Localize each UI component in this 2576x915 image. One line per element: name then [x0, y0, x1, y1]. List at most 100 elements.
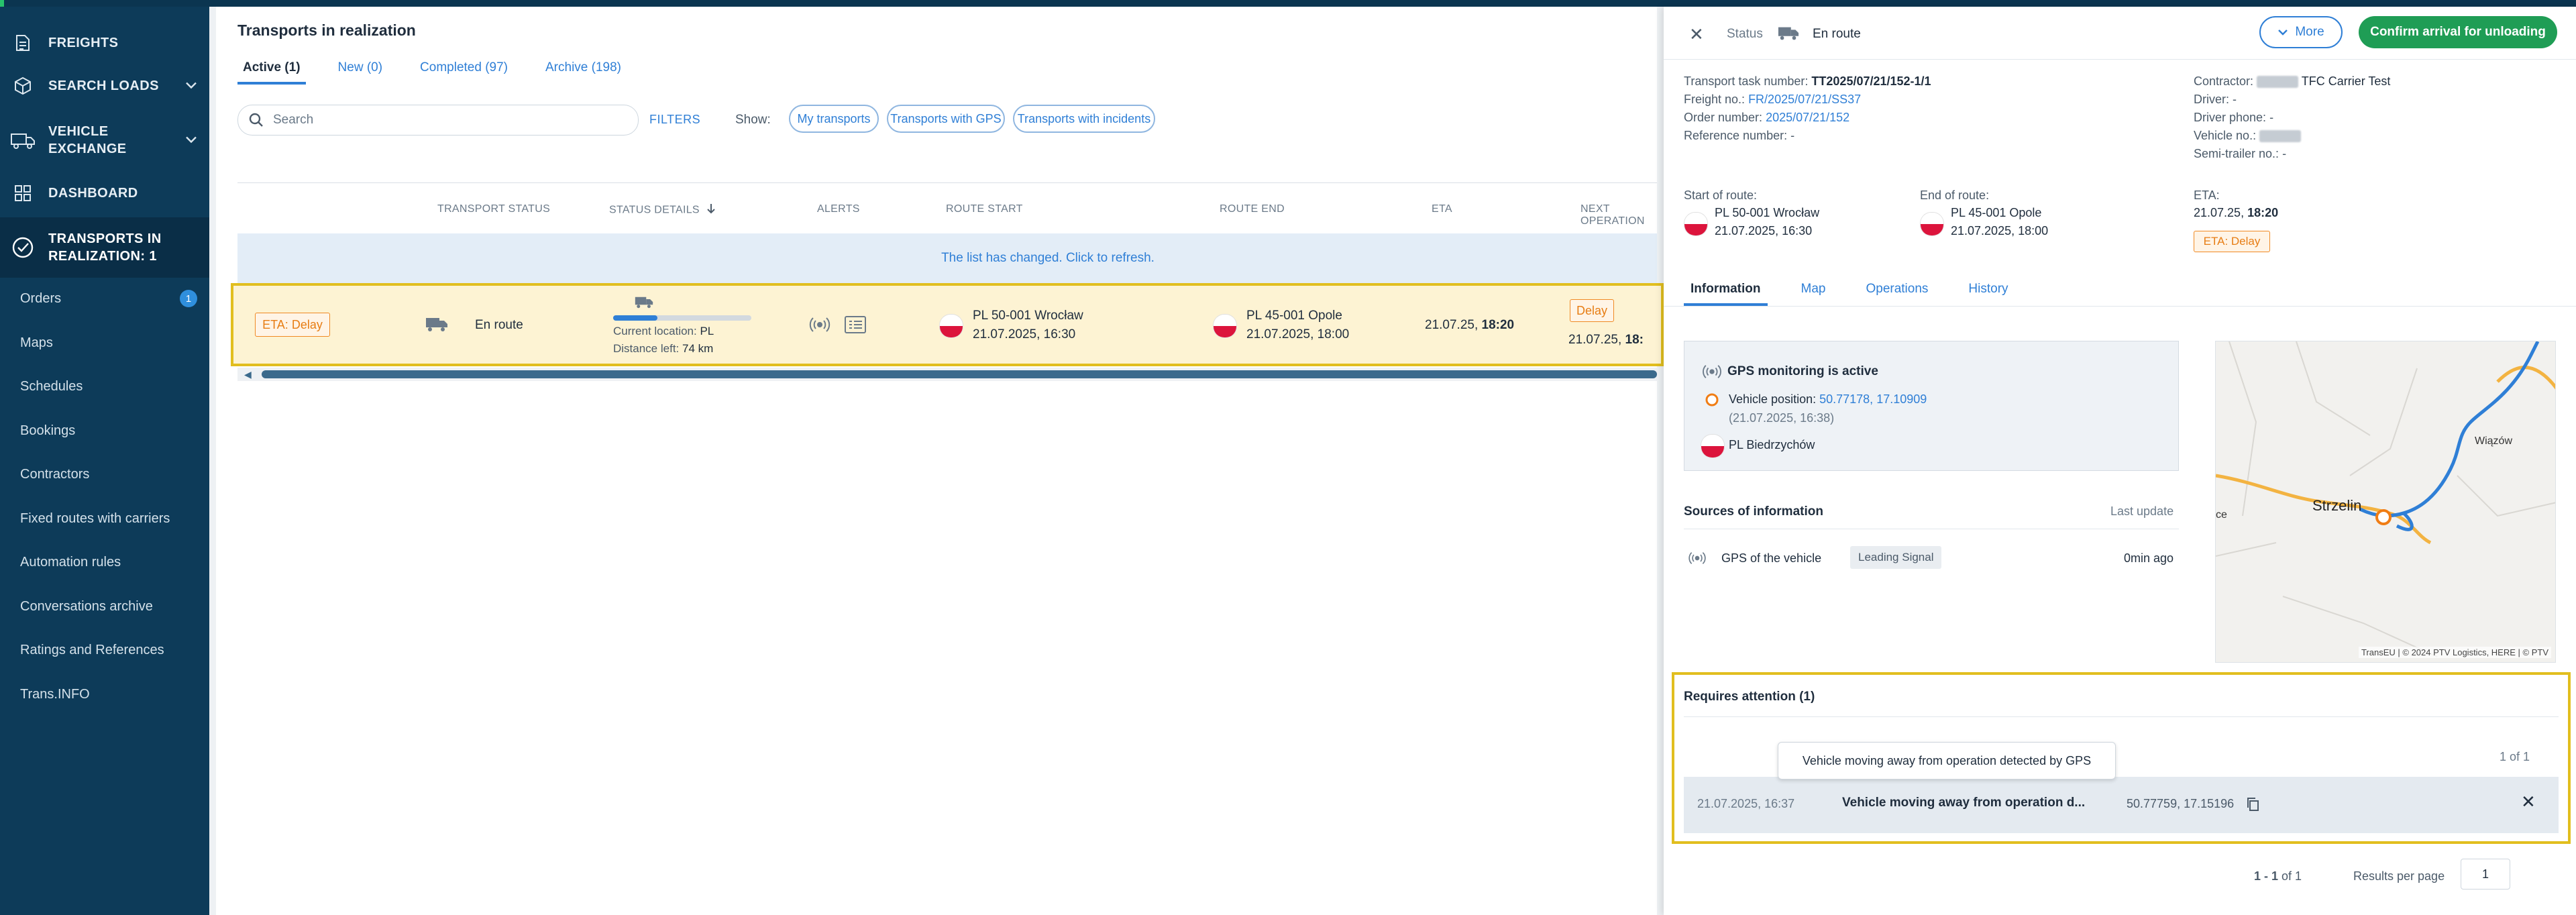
chevron-down-icon	[185, 133, 197, 148]
nav-automation-rules[interactable]: Automation rules	[20, 555, 121, 570]
nav-fixed-routes[interactable]: Fixed routes with carriers	[20, 511, 170, 527]
contractor-label: Contractor:	[2194, 74, 2254, 88]
divider	[1664, 306, 2576, 307]
col-alerts[interactable]: ALERTS	[817, 203, 860, 215]
col-eta[interactable]: ETA	[1432, 203, 1452, 215]
attention-row[interactable]: 21.07.2025, 16:37 Vehicle moving away fr…	[1684, 777, 2559, 833]
more-button[interactable]: More	[2259, 16, 2343, 48]
tab-map[interactable]: Map	[1794, 282, 1833, 306]
vehicle-place: PL Biedrzychów	[1729, 438, 1815, 451]
nav-search-loads-label: SEARCH LOADS	[48, 78, 159, 93]
nav-trans-info[interactable]: Trans.INFO	[20, 687, 90, 702]
contractor-value: TFC Carrier Test	[2301, 74, 2391, 88]
tab-information[interactable]: Information	[1684, 282, 1768, 306]
freight-number-link[interactable]: FR/2025/07/21/SS37	[1748, 93, 1861, 106]
list-changed-notice[interactable]: The list has changed. Click to refresh.	[237, 233, 1657, 283]
close-icon[interactable]: ✕	[1689, 24, 1704, 45]
map-label-edge: ce	[2216, 509, 2227, 521]
alert-text: Vehicle moving away from operation d...	[1842, 796, 2086, 810]
end-place: PL 45-001 Opole	[1951, 206, 2042, 219]
panel-tabs: Information Map Operations History	[1684, 282, 2042, 306]
route-start-time: 21.07.2025, 16:30	[973, 327, 1076, 341]
driver-phone-label: Driver phone:	[2194, 111, 2267, 124]
driver-label: Driver:	[2194, 93, 2229, 106]
confirm-arrival-button[interactable]: Confirm arrival for unloading	[2359, 16, 2557, 48]
col-next-operation[interactable]: NEXT OPERATION	[1580, 203, 1657, 227]
eta-label: ETA:	[2194, 189, 2220, 202]
start-of-route-label: Start of route:	[1684, 189, 1758, 202]
gps-signal-icon[interactable]	[809, 317, 830, 336]
tab-completed[interactable]: Completed (97)	[415, 60, 513, 85]
freight-row: Freight no.: FR/2025/07/21/SS37	[1684, 91, 1931, 109]
top-accent	[0, 0, 4, 7]
task-number-row: Transport task number: TT2025/07/21/152-…	[1684, 72, 1931, 91]
chip-transports-with-incidents[interactable]: Transports with incidents	[1013, 105, 1155, 133]
nav-search-loads[interactable]: SEARCH LOADS	[0, 72, 209, 99]
order-label: Order number:	[1684, 111, 1763, 124]
nav-vehicle-exchange[interactable]: VEHICLE EXCHANGE	[0, 119, 209, 161]
nav-dashboard-label: DASHBOARD	[48, 186, 138, 201]
nav-dashboard[interactable]: DASHBOARD	[0, 180, 209, 207]
flag-pl-icon	[1920, 212, 1944, 236]
tab-active[interactable]: Active (1)	[237, 60, 306, 85]
semi-trailer-row: Semi-trailer no.: -	[2194, 145, 2390, 163]
nav-contractors[interactable]: Contractors	[20, 467, 89, 482]
horizontal-scrollbar[interactable]: ◀	[237, 368, 1657, 381]
table-row[interactable]: ETA: Delay En route Current location: PL…	[231, 283, 1664, 366]
tab-new[interactable]: New (0)	[333, 60, 388, 85]
col-route-start[interactable]: ROUTE START	[946, 203, 1023, 215]
flag-pl-icon	[939, 314, 963, 338]
order-row: Order number: 2025/07/21/152	[1684, 109, 1931, 127]
divider	[1684, 716, 2559, 717]
nav-transports-in-realization[interactable]: TRANSPORTS IN REALIZATION: 1	[0, 217, 209, 278]
vehicle-position-link[interactable]: 50.77178, 17.10909	[1819, 392, 1927, 406]
map-copyright: TransEU | © 2024 PTV Logistics, HERE | ©…	[2358, 647, 2551, 658]
search-input[interactable]: Search	[237, 105, 639, 136]
nav-conversations-archive[interactable]: Conversations archive	[20, 599, 153, 614]
current-location: Current location: PL	[613, 325, 714, 338]
document-icon[interactable]	[844, 315, 867, 337]
col-status-details[interactable]: STATUS DETAILS	[609, 203, 715, 217]
semi-trailer-value: -	[2282, 147, 2287, 160]
results-per-page-select[interactable]: 1	[2461, 859, 2510, 890]
nav-bookings[interactable]: Bookings	[20, 423, 75, 439]
scrollbar-thumb[interactable]	[262, 370, 1657, 378]
nav-orders[interactable]: Orders	[20, 291, 61, 307]
order-number-link[interactable]: 2025/07/21/152	[1766, 111, 1849, 124]
chip-transports-with-gps[interactable]: Transports with GPS	[887, 105, 1005, 133]
dismiss-alert-close-icon[interactable]: ✕	[2521, 792, 2536, 812]
sources-title: Sources of information	[1684, 504, 1823, 519]
gps-signal-icon	[1702, 364, 1722, 382]
copy-icon[interactable]	[2246, 797, 2259, 815]
chip-my-transports[interactable]: My transports	[789, 105, 879, 133]
alert-coords: 50.77759, 17.15196	[2127, 797, 2235, 810]
tab-operations[interactable]: Operations	[1859, 282, 1935, 306]
nav-vehicle-exchange-label: VEHICLE EXCHANGE	[48, 124, 127, 156]
reference-label: Reference number:	[1684, 129, 1788, 142]
scroll-left-arrow-icon[interactable]: ◀	[244, 369, 252, 380]
chevron-down-icon	[2277, 29, 2288, 36]
redacted-value	[2257, 76, 2299, 89]
vehicle-row: Vehicle no.:	[2194, 127, 2390, 145]
current-location-value: PL	[700, 325, 714, 337]
nav-freights[interactable]: FREIGHTS	[0, 30, 209, 56]
route-map[interactable]: Wiązów Strzelin ce TransEU | © 2024 PTV …	[2215, 341, 2556, 663]
position-marker-icon	[1705, 392, 1719, 411]
eta-date: 21.07.25,	[1425, 318, 1479, 332]
show-label: Show:	[735, 113, 771, 127]
flag-pl-icon	[1213, 314, 1237, 338]
tab-archive[interactable]: Archive (198)	[540, 60, 627, 85]
nav-maps[interactable]: Maps	[20, 335, 53, 351]
col-transport-status[interactable]: TRANSPORT STATUS	[437, 203, 550, 215]
attention-count: 1 of 1	[2500, 750, 2530, 763]
main-area: Transports in realization Active (1) New…	[209, 7, 1664, 915]
pager-range: 1 - 1	[2254, 869, 2279, 883]
nav-schedules[interactable]: Schedules	[20, 379, 83, 394]
col-route-end[interactable]: ROUTE END	[1220, 203, 1285, 215]
nav-ratings[interactable]: Ratings and References	[20, 643, 164, 658]
filters-button[interactable]: FILTERS	[649, 113, 700, 127]
freights-icon	[9, 33, 36, 53]
tab-history[interactable]: History	[1962, 282, 2015, 306]
requires-attention-section: Requires attention (1) 1 of 1 21.07.2025…	[1672, 672, 2571, 844]
leading-signal-tag: Leading Signal	[1850, 546, 1942, 569]
